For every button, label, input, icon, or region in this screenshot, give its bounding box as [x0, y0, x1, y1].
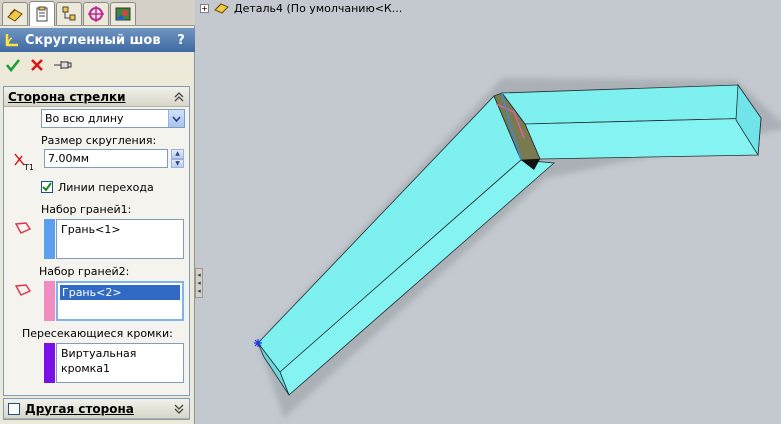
- arrow-side-title: Сторона стрелки: [8, 89, 126, 104]
- chevron-down-icon[interactable]: [172, 402, 186, 416]
- property-manager-title: Скругленный шов: [25, 32, 161, 48]
- tab-dimxpert-manager[interactable]: [83, 2, 109, 25]
- manager-tabs: [0, 0, 195, 26]
- list-item[interactable]: Грань<1>: [59, 222, 181, 237]
- chevron-down-icon[interactable]: [168, 110, 184, 127]
- svg-text:T1: T1: [23, 163, 34, 171]
- property-manager-icon: [36, 6, 48, 22]
- other-side-title: Другая сторона: [25, 401, 134, 416]
- arrow-side-header[interactable]: Сторона стрелки: [4, 87, 189, 107]
- part-name: Деталь4 (По умолчанию<К...: [234, 1, 403, 15]
- feature-tree-root[interactable]: + Деталь4 (По умолчанию<К...: [200, 0, 402, 16]
- face-set2-list[interactable]: Грань<2>: [56, 281, 184, 321]
- tab-property-manager[interactable]: [29, 1, 55, 26]
- fillet-size-icon: T1: [14, 153, 34, 171]
- ok-icon: [5, 59, 21, 73]
- arrow-side-group: Сторона стрелки Во всю длину Размер скру…: [3, 86, 190, 396]
- upper-bar-front-face[interactable]: [524, 117, 762, 160]
- face-set2-label: Набор граней2:: [39, 265, 130, 278]
- other-side-group: Другая сторона: [3, 398, 190, 420]
- spin-down-icon[interactable]: ▼: [171, 158, 184, 168]
- fillet-size-input[interactable]: 7.00мм: [44, 149, 168, 168]
- tab-configuration-manager[interactable]: [56, 2, 82, 25]
- extent-value: Во всю длину: [45, 112, 124, 125]
- list-item[interactable]: Грань<2>: [60, 285, 180, 300]
- part-icon: [214, 3, 229, 14]
- face-icon: [14, 284, 32, 296]
- tangent-propagation-label: Линии перехода: [58, 181, 154, 194]
- face-set1-color: [44, 219, 55, 259]
- cancel-icon: [31, 59, 43, 71]
- other-side-header[interactable]: Другая сторона: [4, 399, 189, 419]
- fillet-bead-icon: [2, 30, 22, 50]
- face-set2-color: [44, 281, 55, 321]
- tangent-propagation-checkbox[interactable]: [41, 181, 53, 193]
- intersecting-edges-label: Пересекающиеся кромки:: [22, 327, 173, 340]
- edges-color: [44, 343, 55, 383]
- tab-feature-manager[interactable]: [2, 2, 28, 25]
- face-set1-label: Набор граней1:: [41, 203, 132, 216]
- tab-display-manager[interactable]: [110, 2, 136, 25]
- extent-select[interactable]: Во всю длину: [41, 109, 185, 128]
- display-manager-icon: [115, 7, 131, 21]
- face-set1-list[interactable]: Грань<1>: [56, 219, 184, 259]
- property-manager-panel: Скругленный шов ? Сторона стрелки Во всю…: [0, 0, 195, 424]
- list-item[interactable]: Виртуальная кромка1: [59, 346, 181, 375]
- pin-button[interactable]: [53, 56, 73, 74]
- chevron-up-icon[interactable]: [172, 90, 186, 104]
- expand-icon[interactable]: +: [200, 3, 209, 13]
- cancel-button[interactable]: [27, 56, 47, 74]
- ok-button[interactable]: [3, 56, 23, 74]
- fillet-size-value: 7.00мм: [48, 152, 90, 165]
- part-model[interactable]: [196, 0, 781, 424]
- other-side-checkbox[interactable]: [8, 402, 20, 415]
- pin-icon: [54, 61, 72, 69]
- spin-up-icon[interactable]: ▲: [171, 149, 184, 159]
- fillet-size-label: Размер скругления:: [41, 134, 157, 147]
- fillet-size-spinner[interactable]: ▲ ▼: [171, 149, 184, 168]
- property-manager-title-bar: Скругленный шов ?: [0, 28, 195, 52]
- intersecting-edges-list[interactable]: Виртуальная кромка1: [56, 343, 184, 383]
- configuration-icon: [62, 6, 76, 21]
- help-button[interactable]: ?: [173, 33, 189, 48]
- action-bar: [0, 54, 195, 76]
- feature-tree-icon: [7, 8, 23, 22]
- check-icon: [42, 182, 52, 192]
- face-icon: [14, 222, 32, 234]
- dimxpert-icon: [88, 6, 104, 22]
- vertex-marker: [254, 339, 262, 347]
